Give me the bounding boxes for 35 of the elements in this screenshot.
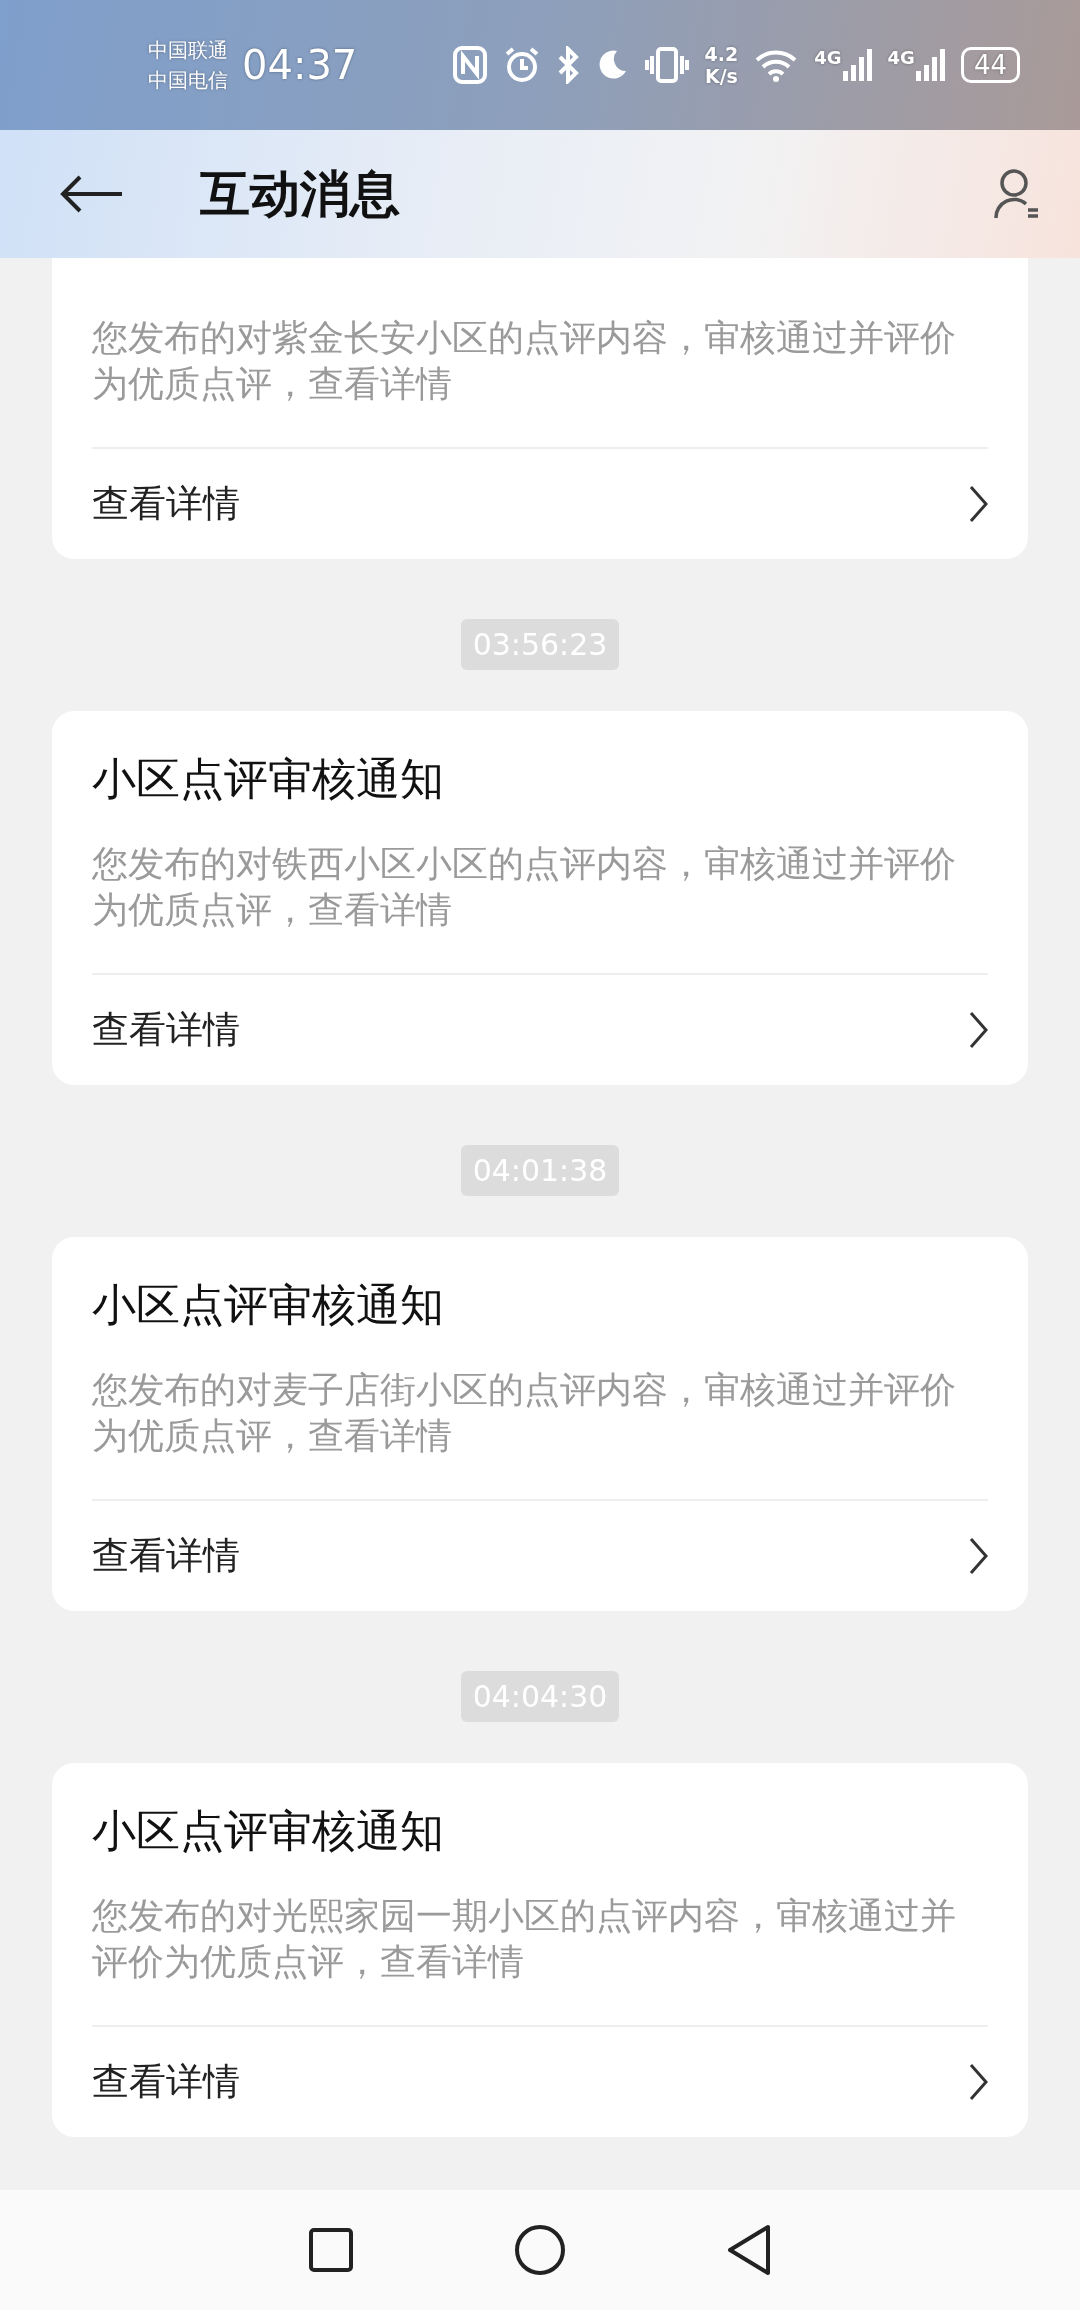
speed-value: 4.2 <box>704 43 739 65</box>
view-details-link[interactable]: 查看详情 <box>92 975 988 1085</box>
message-body: 您发布的对麦子店街小区的点评内容，审核通过并评价为优质点评，查看详情 <box>92 1368 957 1458</box>
home-icon[interactable] <box>514 2224 566 2276</box>
clock-time: 04:37 <box>242 42 358 88</box>
message-body: 您发布的对光熙家园一期小区的点评内容，审核通过并评价为优质点评，查看详情 <box>92 1894 957 1984</box>
carrier-name: 中国联通 <box>148 37 228 64</box>
battery-level: 44 <box>960 47 1020 83</box>
wifi-icon <box>754 48 799 82</box>
recent-apps-icon[interactable] <box>308 2227 354 2273</box>
view-details-link[interactable]: 查看详情 <box>92 1501 988 1611</box>
message-title: 小区点评审核通知 <box>92 752 445 806</box>
back-icon[interactable] <box>60 174 124 214</box>
back-nav-icon[interactable] <box>726 2224 772 2276</box>
carrier-name: 中国电信 <box>148 67 228 94</box>
view-details-link[interactable]: 查看详情 <box>92 449 988 559</box>
chevron-right-icon <box>968 2063 988 2101</box>
vibrate-icon <box>644 46 689 84</box>
message-body: 您发布的对紫金长安小区的点评内容，审核通过并评价为优质点评，查看详情 <box>92 316 957 406</box>
speed-unit: K/s <box>704 65 738 87</box>
network-type: 4G <box>814 47 842 68</box>
message-body: 您发布的对铁西小区小区的点评内容，审核通过并评价为优质点评，查看详情 <box>92 842 957 932</box>
message-title: 小区点评审核通知 <box>92 1804 445 1858</box>
message-title: 小区点评审核通知 <box>92 1278 445 1332</box>
nfc-icon <box>452 46 487 84</box>
signal-icon <box>914 47 945 83</box>
chevron-right-icon <box>968 485 988 523</box>
network-type: 4G <box>887 47 915 68</box>
chevron-right-icon <box>968 1011 988 1049</box>
bluetooth-icon <box>556 46 579 84</box>
page-title: 互动消息 <box>200 163 401 225</box>
signal-icon <box>841 47 872 83</box>
chevron-right-icon <box>968 1537 988 1575</box>
view-details-link[interactable]: 查看详情 <box>92 2027 988 2137</box>
person-icon[interactable] <box>994 168 1040 220</box>
